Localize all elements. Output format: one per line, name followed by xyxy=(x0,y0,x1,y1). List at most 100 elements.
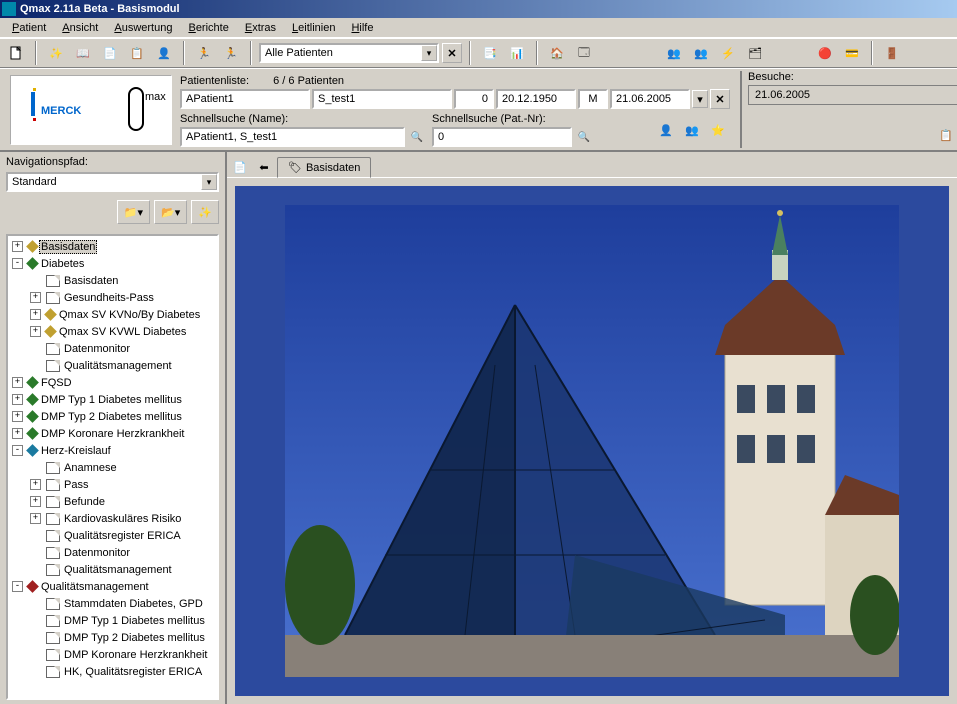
menu-berichte[interactable]: Berichte xyxy=(180,20,236,36)
collapse-icon[interactable]: - xyxy=(12,258,23,269)
tree-item[interactable]: -Diabetes xyxy=(10,255,215,272)
tab-nav1-icon[interactable]: 📄 xyxy=(229,157,251,177)
toolbar-window-icon[interactable]: 🗔 xyxy=(572,41,596,65)
tree-item[interactable]: -Qualitätsmanagement xyxy=(10,578,215,595)
tree-item[interactable]: Datenmonitor xyxy=(10,544,215,561)
expand-icon[interactable]: + xyxy=(12,411,23,422)
expand-icon[interactable]: + xyxy=(30,326,41,337)
tree-item[interactable]: Qualitätsregister ERICA xyxy=(10,527,215,544)
separator xyxy=(250,41,252,65)
tree-item[interactable]: Datenmonitor xyxy=(10,340,215,357)
tree-item[interactable]: +FQSD xyxy=(10,374,215,391)
expand-icon[interactable]: + xyxy=(12,394,23,405)
tree-label: DMP Koronare Herzkrankheit xyxy=(40,428,185,440)
toolbar-flash-icon[interactable]: ⚡ xyxy=(716,41,740,65)
toolbar-run2-icon[interactable]: 🏃 xyxy=(219,41,243,65)
search-icon[interactable]: 🔍 xyxy=(407,127,427,147)
toolbar-list-icon[interactable]: 📑 xyxy=(478,41,502,65)
visits-date-field[interactable]: 21.06.2005 xyxy=(748,85,957,105)
search-icon[interactable]: 🔍 xyxy=(574,127,594,147)
search-name-input[interactable]: APatient1, S_test1 xyxy=(180,127,405,147)
tree-item[interactable]: +Gesundheits-Pass xyxy=(10,289,215,306)
menu-patient[interactable]: Patient xyxy=(4,20,54,36)
toolbar-people1-icon[interactable]: 👥 xyxy=(662,41,686,65)
toolbar-home-icon[interactable]: 🏠 xyxy=(545,41,569,65)
navigation-tree[interactable]: +Basisdaten-DiabetesBasisdaten+Gesundhei… xyxy=(6,234,219,700)
tree-item[interactable]: Anamnese xyxy=(10,459,215,476)
nav-path-input[interactable] xyxy=(8,176,201,188)
toolbar-new-icon[interactable] xyxy=(4,41,28,65)
dropdown-arrow-icon[interactable]: ▾ xyxy=(692,90,708,108)
dropdown-arrow-icon[interactable] xyxy=(201,174,217,190)
nav-path-combo[interactable] xyxy=(6,172,219,192)
dropdown-arrow-icon[interactable] xyxy=(421,45,437,61)
toolbar-exit-icon[interactable]: 🚪 xyxy=(880,41,904,65)
tree-item[interactable]: + DMP Koronare Herzkrankheit xyxy=(10,425,215,442)
menu-ansicht[interactable]: Ansicht xyxy=(54,20,106,36)
menu-extras[interactable]: Extras xyxy=(237,20,284,36)
patient-other-field[interactable]: S_test1 xyxy=(312,89,452,109)
menu-leitlinien[interactable]: Leitlinien xyxy=(284,20,343,36)
tree-item[interactable]: +Pass xyxy=(10,476,215,493)
tree-item[interactable]: DMP Typ 2 Diabetes mellitus xyxy=(10,629,215,646)
expand-icon[interactable]: + xyxy=(30,292,41,303)
toolbar-people2-icon[interactable]: 👥 xyxy=(689,41,713,65)
tree-item[interactable]: Qualitätsmanagement xyxy=(10,357,215,374)
expand-icon[interactable]: + xyxy=(30,479,41,490)
patient-sex-field[interactable]: M xyxy=(578,89,608,109)
tree-item[interactable]: DMP Typ 1 Diabetes mellitus xyxy=(10,612,215,629)
expand-icon[interactable]: + xyxy=(30,309,41,320)
toolbar-user-icon[interactable]: 👤 xyxy=(152,41,176,65)
expand-icon[interactable]: + xyxy=(12,241,23,252)
tree-item[interactable]: +Qmax SV KVNo/By Diabetes xyxy=(10,306,215,323)
toolbar-clip-icon[interactable]: 📋 xyxy=(125,41,149,65)
tree-item[interactable]: +DMP Typ 2 Diabetes mellitus xyxy=(10,408,215,425)
nav-prev-icon[interactable]: 👤 xyxy=(654,118,678,142)
patient-filter-input[interactable] xyxy=(261,47,421,59)
nav-back-button[interactable]: 📁▾ xyxy=(117,200,150,224)
expand-icon[interactable]: + xyxy=(12,428,23,439)
toolbar-red-icon[interactable]: 🔴 xyxy=(813,41,837,65)
tree-item[interactable]: +DMP Typ 1 Diabetes mellitus xyxy=(10,391,215,408)
tree-item[interactable]: DMP Koronare Herzkrankheit xyxy=(10,646,215,663)
toolbar-book-icon[interactable]: 📖 xyxy=(71,41,95,65)
patient-num-field[interactable]: 0 xyxy=(454,89,494,109)
tab-nav2-icon[interactable]: ⬅ xyxy=(253,157,275,177)
toolbar-card-icon[interactable]: 💳 xyxy=(840,41,864,65)
tree-spacer xyxy=(30,547,41,558)
menu-auswertung[interactable]: Auswertung xyxy=(106,20,180,36)
patient-dob-field[interactable]: 20.12.1950 xyxy=(496,89,576,109)
expand-icon[interactable]: + xyxy=(12,377,23,388)
tree-item[interactable]: Stammdaten Diabetes, GPD xyxy=(10,595,215,612)
tree-item[interactable]: -Herz-Kreislauf xyxy=(10,442,215,459)
expand-icon[interactable]: + xyxy=(30,513,41,524)
toolbar-doc-icon[interactable]: 📄 xyxy=(98,41,122,65)
toolbar-chart-icon[interactable]: 📊 xyxy=(505,41,529,65)
nav-people-icon[interactable]: 👥 xyxy=(680,118,704,142)
expand-icon[interactable]: + xyxy=(30,496,41,507)
patient-filter-combo[interactable] xyxy=(259,43,439,63)
tree-item[interactable]: +Kardiovaskuläres Risiko xyxy=(10,510,215,527)
toolbar-wizard-icon[interactable]: ✨ xyxy=(44,41,68,65)
toolbar-run-icon[interactable]: 🏃 xyxy=(192,41,216,65)
search-nr-input[interactable]: 0 xyxy=(432,127,572,147)
clear-filter-button[interactable]: ✕ xyxy=(442,43,462,63)
clear-button[interactable]: ✕ xyxy=(710,89,730,109)
nav-fwd-button[interactable]: 📂▾ xyxy=(154,200,187,224)
visits-action-icon[interactable]: 📋 xyxy=(934,123,957,147)
tree-item[interactable]: Basisdaten xyxy=(10,272,215,289)
nav-star-button[interactable]: ✨ xyxy=(191,200,219,224)
tab-basisdaten[interactable]: 🏷 Basisdaten xyxy=(277,157,371,178)
collapse-icon[interactable]: - xyxy=(12,445,23,456)
collapse-icon[interactable]: - xyxy=(12,581,23,592)
tree-item[interactable]: +Basisdaten xyxy=(10,238,215,255)
toolbar-stack-icon[interactable]: 🗂 xyxy=(743,41,767,65)
tree-item[interactable]: HK, Qualitätsregister ERICA xyxy=(10,663,215,680)
patient-name-field[interactable]: APatient1 xyxy=(180,89,310,109)
menu-hilfe[interactable]: Hilfe xyxy=(343,20,381,36)
patient-date2-field[interactable]: 21.06.2005 xyxy=(610,89,690,109)
nav-star-icon[interactable]: ⭐ xyxy=(706,118,730,142)
tree-item[interactable]: +Qmax SV KVWL Diabetes xyxy=(10,323,215,340)
tree-item[interactable]: Qualitätsmanagement xyxy=(10,561,215,578)
tree-item[interactable]: +Befunde xyxy=(10,493,215,510)
